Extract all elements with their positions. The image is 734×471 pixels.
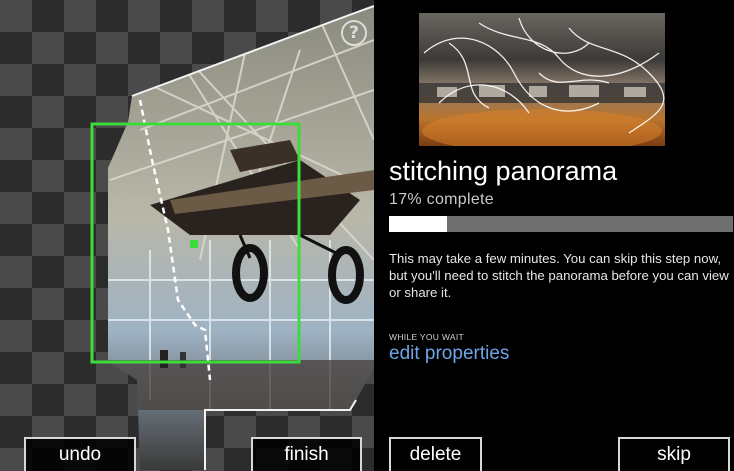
help-icon: ? [349, 23, 359, 43]
capture-viewport[interactable]: ? undo finish [0, 0, 374, 471]
target-dot [190, 240, 198, 248]
progress-bar-fill [389, 216, 448, 232]
undo-button[interactable]: undo [24, 437, 136, 471]
panorama-preview [419, 13, 665, 146]
skip-button[interactable]: skip [618, 437, 730, 471]
stitching-info-text: This may take a few minutes. You can ski… [389, 251, 729, 300]
stitching-panel: stitching panorama 17% complete This may… [374, 0, 734, 471]
edit-properties-link[interactable]: edit properties [389, 343, 509, 365]
page-title: stitching panorama [389, 156, 618, 186]
progress-percentage: 17% complete [389, 191, 494, 208]
finish-button[interactable]: finish [251, 437, 362, 471]
progress-bar [389, 216, 733, 232]
delete-button[interactable]: delete [389, 437, 482, 471]
while-you-wait-label: WHILE YOU WAIT [389, 332, 465, 342]
help-button[interactable]: ? [341, 20, 367, 46]
captured-photo-overlay [90, 5, 374, 470]
